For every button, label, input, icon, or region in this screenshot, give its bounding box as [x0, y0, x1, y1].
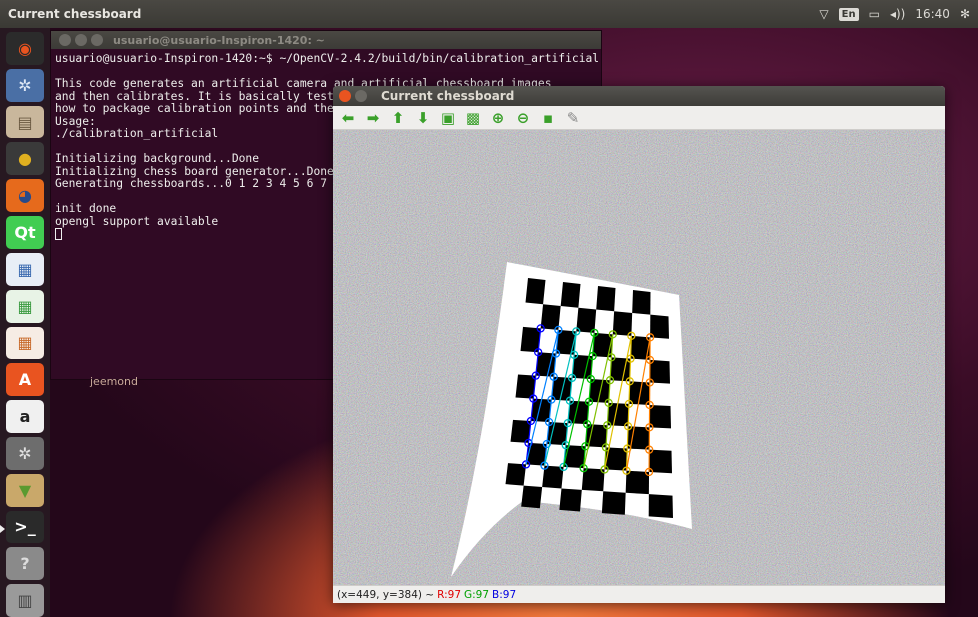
chrome-icon[interactable]: ●	[6, 142, 44, 176]
pan-left-icon[interactable]: ⬅	[337, 108, 359, 128]
chessboard-square	[625, 470, 650, 495]
active-window-title: Current chessboard	[8, 7, 142, 21]
help-icon[interactable]: ?	[6, 547, 44, 581]
libreoffice-impress-icon[interactable]: ▦	[6, 326, 44, 360]
maximize-icon[interactable]	[91, 34, 103, 46]
terminal-icon[interactable]: >_	[0, 510, 44, 544]
desktop-shadow-text: jeemond	[90, 375, 138, 388]
minimize-icon[interactable]	[355, 90, 367, 102]
zoom-x1-icon[interactable]: ▩	[462, 108, 484, 128]
terminal-cursor	[55, 228, 62, 240]
pan-up-icon[interactable]: ⬆	[387, 108, 409, 128]
clock[interactable]: 16:40	[915, 7, 950, 21]
battery-icon[interactable]: ▭	[869, 7, 880, 21]
window-title: Current chessboard	[381, 89, 515, 103]
zoom-fit-icon[interactable]: ▣	[437, 108, 459, 128]
archive-manager-icon[interactable]: ▼	[6, 473, 44, 507]
volume-icon[interactable]: ◂))	[890, 7, 905, 21]
software-center-icon[interactable]: A	[6, 363, 44, 397]
amazon-icon[interactable]: a	[6, 400, 44, 433]
chessboard-image[interactable]	[333, 130, 945, 585]
image-toolbar: ⬅ ➡ ⬆ ⬇ ▣ ▩ ⊕ ⊖ ▪ ✎	[333, 106, 945, 130]
chessboard-titlebar[interactable]: Current chessboard	[333, 86, 945, 106]
firefox-icon[interactable]: ◕	[6, 179, 44, 213]
settings-gear-icon[interactable]: ✲	[6, 68, 44, 102]
chessboard-square	[648, 494, 673, 518]
chessboard-square	[525, 278, 546, 305]
libreoffice-calc-icon[interactable]: ▦	[6, 289, 44, 323]
chessboard-square	[560, 282, 581, 308]
properties-brush-icon[interactable]: ✎	[562, 108, 584, 128]
qt-creator-icon[interactable]: Qt	[6, 216, 44, 249]
chessboard-square	[632, 290, 651, 315]
network-icon[interactable]: ▽	[819, 7, 828, 21]
close-icon[interactable]	[59, 34, 71, 46]
blue-value: B:97	[492, 588, 517, 601]
close-icon[interactable]	[339, 90, 351, 102]
chessboard-square	[521, 485, 543, 509]
terminal-line: usuario@usuario-Inspiron-1420:~$ ~/OpenC…	[55, 52, 600, 65]
chessboard-square	[596, 286, 616, 312]
green-value: G:97	[464, 588, 490, 601]
save-icon[interactable]: ▪	[537, 108, 559, 128]
status-bar: (x=449, y=384) ~ R:97 G:97 B:97	[333, 585, 945, 603]
zoom-out-icon[interactable]: ⊖	[512, 108, 534, 128]
top-panel: Current chessboard ▽ En ▭ ◂)) 16:40 ✻	[0, 0, 978, 28]
keyboard-layout-indicator[interactable]: En	[838, 7, 859, 21]
terminal-titlebar[interactable]: usuario@usuario-Inspiron-1420: ~	[51, 31, 601, 49]
dash-icon[interactable]: ◉	[6, 32, 44, 65]
system-settings-icon[interactable]: ✲	[6, 436, 44, 470]
trash-icon[interactable]: ▥	[6, 584, 44, 617]
pan-right-icon[interactable]: ➡	[362, 108, 384, 128]
chessboard-square	[601, 491, 626, 515]
zoom-in-icon[interactable]: ⊕	[487, 108, 509, 128]
unity-launcher: ◉ ✲ ▤ ● ◕ Qt ▦ ▦ ▦ Aa ✲ ▼ >_? ▥	[0, 28, 50, 617]
libreoffice-writer-icon[interactable]: ▦	[6, 252, 44, 286]
pan-down-icon[interactable]: ⬇	[412, 108, 434, 128]
session-gear-icon[interactable]: ✻	[960, 7, 970, 21]
image-view[interactable]	[333, 130, 945, 585]
minimize-icon[interactable]	[75, 34, 87, 46]
system-tray: ▽ En ▭ ◂)) 16:40 ✻	[819, 7, 978, 21]
cursor-coordinates: (x=449, y=384) ~	[337, 588, 435, 601]
file-manager-icon[interactable]: ▤	[6, 105, 44, 139]
chessboard-square	[559, 488, 582, 512]
red-value: R:97	[437, 588, 461, 601]
terminal-title: usuario@usuario-Inspiron-1420: ~	[113, 33, 325, 47]
chessboard-window[interactable]: Current chessboard ⬅ ➡ ⬆ ⬇ ▣ ▩ ⊕ ⊖ ▪ ✎ (x=449, y=…	[333, 86, 945, 603]
